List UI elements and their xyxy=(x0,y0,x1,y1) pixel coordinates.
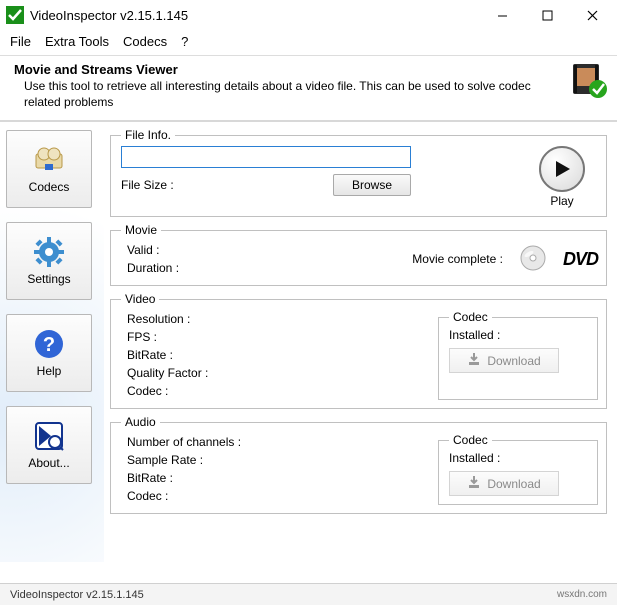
svg-text:?: ? xyxy=(43,334,55,356)
audio-codec-label: Codec : xyxy=(127,487,428,505)
movie-complete-label: Movie complete : xyxy=(412,252,503,266)
download-icon xyxy=(467,475,481,492)
audio-channels-label: Number of channels : xyxy=(127,433,428,451)
video-codec-label: Codec : xyxy=(127,382,428,400)
video-download-button[interactable]: Download xyxy=(449,348,559,373)
codecs-icon xyxy=(33,144,65,176)
audio-codec-installed-label: Installed : xyxy=(449,451,589,465)
video-codecbox-legend: Codec xyxy=(449,310,492,324)
menu-extra[interactable]: Extra Tools xyxy=(45,34,109,49)
video-codec-box: Codec Installed : Download xyxy=(438,310,598,400)
play-button[interactable] xyxy=(539,146,585,192)
video-bitrate-label: BitRate : xyxy=(127,346,428,364)
sidebar-label-about: About... xyxy=(28,456,69,470)
content: File Info. File Size : Browse Play Movie xyxy=(104,122,617,562)
film-check-icon xyxy=(571,62,607,98)
video-fps-label: FPS : xyxy=(127,328,428,346)
file-path-input[interactable] xyxy=(121,146,411,168)
download-icon xyxy=(467,352,481,369)
file-info-group: File Info. File Size : Browse Play xyxy=(110,128,607,217)
play-icon xyxy=(552,159,572,179)
file-info-legend: File Info. xyxy=(121,128,175,142)
movie-legend: Movie xyxy=(121,223,161,237)
disc-icon[interactable] xyxy=(519,244,547,275)
app-icon xyxy=(6,6,24,24)
movie-duration-label: Duration : xyxy=(127,259,412,277)
movie-group: Movie Valid : Duration : Movie complete … xyxy=(110,223,607,286)
menu-help[interactable]: ? xyxy=(181,34,188,49)
window-title: VideoInspector v2.15.1.145 xyxy=(30,8,480,23)
status-text: VideoInspector v2.15.1.145 xyxy=(10,589,144,601)
menu-file[interactable]: File xyxy=(10,34,31,49)
banner-title: Movie and Streams Viewer xyxy=(14,62,561,77)
audio-download-label: Download xyxy=(487,477,540,491)
banner-description: Use this tool to retrieve all interestin… xyxy=(14,79,561,110)
video-legend: Video xyxy=(121,292,159,306)
close-button[interactable] xyxy=(570,1,615,29)
help-icon: ? xyxy=(33,328,65,360)
sidebar-item-about[interactable]: About... xyxy=(6,406,92,484)
file-size-label: File Size : xyxy=(121,178,174,192)
banner: Movie and Streams Viewer Use this tool t… xyxy=(0,56,617,122)
play-label: Play xyxy=(550,194,573,208)
sidebar-label-help: Help xyxy=(37,364,62,378)
browse-button[interactable]: Browse xyxy=(333,174,411,196)
dvd-icon[interactable]: DVD xyxy=(563,249,598,270)
menu-codecs[interactable]: Codecs xyxy=(123,34,167,49)
menu-bar: File Extra Tools Codecs ? xyxy=(0,30,617,56)
movie-valid-label: Valid : xyxy=(127,241,412,259)
status-bar: VideoInspector v2.15.1.145 wsxdn.com xyxy=(0,583,617,605)
sidebar-label-settings: Settings xyxy=(27,272,70,286)
sidebar-label-codecs: Codecs xyxy=(29,180,70,194)
minimize-button[interactable] xyxy=(480,1,525,29)
sidebar-item-codecs[interactable]: Codecs xyxy=(6,130,92,208)
video-download-label: Download xyxy=(487,354,540,368)
audio-codecbox-legend: Codec xyxy=(449,433,492,447)
sidebar-item-help[interactable]: ? Help xyxy=(6,314,92,392)
sidebar: Codecs Settings ? Help About... xyxy=(0,122,104,562)
gear-icon xyxy=(33,236,65,268)
audio-legend: Audio xyxy=(121,415,160,429)
main-area: Codecs Settings ? Help About... File Inf… xyxy=(0,122,617,562)
audio-download-button[interactable]: Download xyxy=(449,471,559,496)
maximize-button[interactable] xyxy=(525,1,570,29)
audio-group: Audio Number of channels : Sample Rate :… xyxy=(110,415,607,514)
video-group: Video Resolution : FPS : BitRate : Quali… xyxy=(110,292,607,409)
audio-bitrate-label: BitRate : xyxy=(127,469,428,487)
about-icon xyxy=(33,420,65,452)
video-quality-label: Quality Factor : xyxy=(127,364,428,382)
video-codec-installed-label: Installed : xyxy=(449,328,589,342)
title-bar: VideoInspector v2.15.1.145 xyxy=(0,0,617,30)
watermark: wsxdn.com xyxy=(557,589,607,600)
audio-sample-label: Sample Rate : xyxy=(127,451,428,469)
sidebar-item-settings[interactable]: Settings xyxy=(6,222,92,300)
audio-codec-box: Codec Installed : Download xyxy=(438,433,598,505)
video-resolution-label: Resolution : xyxy=(127,310,428,328)
